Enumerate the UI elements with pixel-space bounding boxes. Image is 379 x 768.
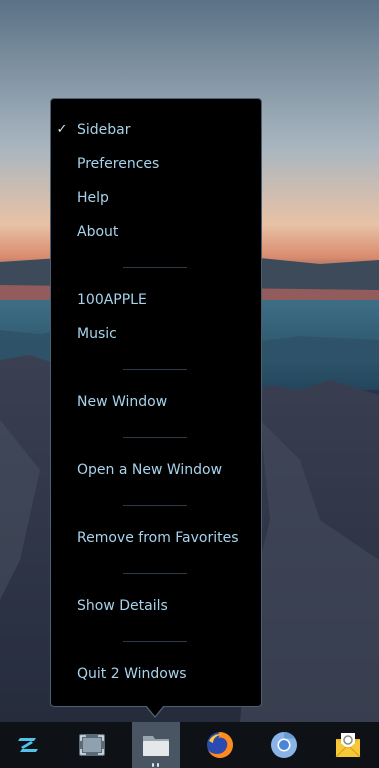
- menu-item-label: Music: [77, 326, 117, 342]
- menu-item-label: Help: [77, 190, 109, 206]
- menu-item-sidebar[interactable]: ✓ Sidebar: [51, 115, 261, 145]
- menu-item-label: Preferences: [77, 156, 160, 172]
- dock-item-screenshot[interactable]: [68, 722, 116, 768]
- menu-separator: [123, 573, 187, 574]
- menu-item-label: Open a New Window: [77, 462, 223, 478]
- menu-separator: [123, 369, 187, 370]
- menu-item-remove-from-favorites[interactable]: Remove from Favorites: [51, 523, 261, 553]
- menu-item-music[interactable]: Music: [51, 319, 261, 349]
- dock-context-menu: ✓ Sidebar Preferences Help About 100APPL…: [50, 98, 262, 707]
- menu-pointer: [146, 705, 164, 716]
- menu-item-about[interactable]: About: [51, 217, 261, 247]
- menu-item-label: New Window: [77, 394, 168, 410]
- menu-item-label: 100APPLE: [77, 292, 147, 308]
- running-windows-indicator: [152, 763, 160, 767]
- chromium-icon: [271, 731, 297, 758]
- mail-icon: [335, 733, 361, 758]
- menu-item-show-details[interactable]: Show Details: [51, 591, 261, 621]
- menu-separator: [123, 505, 187, 506]
- menu-item-100apple[interactable]: 100APPLE: [51, 285, 261, 315]
- dock: [0, 722, 379, 768]
- checkmark-icon: ✓: [56, 122, 68, 137]
- menu-item-open-new-window[interactable]: Open a New Window: [51, 455, 261, 485]
- dock-item-firefox[interactable]: [196, 722, 244, 768]
- dock-item-mail[interactable]: [324, 722, 372, 768]
- dock-item-chromium[interactable]: [260, 722, 308, 768]
- menu-item-label: Sidebar: [77, 122, 131, 138]
- firefox-icon: [207, 732, 233, 758]
- menu-item-quit-windows[interactable]: Quit 2 Windows: [51, 659, 261, 689]
- menu-item-label: Remove from Favorites: [77, 530, 239, 546]
- files-folder-icon: [143, 736, 169, 756]
- dock-item-files[interactable]: [132, 722, 180, 768]
- menu-item-label: Show Details: [77, 598, 168, 614]
- menu-item-preferences[interactable]: Preferences: [51, 149, 261, 179]
- menu-item-help[interactable]: Help: [51, 183, 261, 213]
- menu-item-new-window[interactable]: New Window: [51, 387, 261, 417]
- zorin-logo-icon: [18, 738, 38, 752]
- menu-separator: [123, 641, 187, 642]
- dock-item-zorin-menu[interactable]: [4, 722, 52, 768]
- screenshot-icon: [79, 734, 105, 756]
- menu-separator: [123, 267, 187, 268]
- menu-item-label: Quit 2 Windows: [77, 666, 187, 682]
- menu-item-label: About: [77, 224, 119, 240]
- menu-separator: [123, 437, 187, 438]
